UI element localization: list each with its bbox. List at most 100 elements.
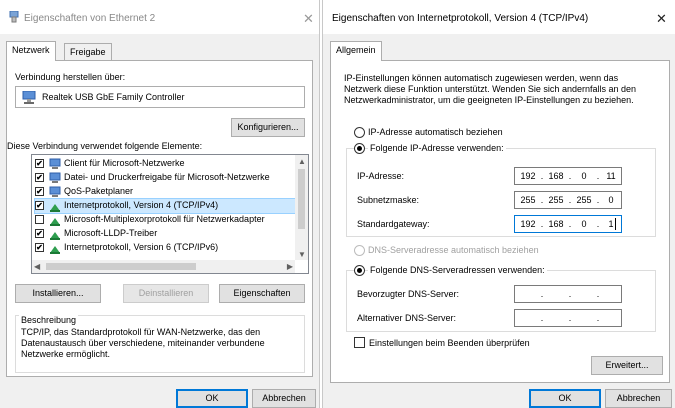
elements-label: Diese Verbindung verwendet folgende Elem…	[7, 141, 203, 151]
checkbox[interactable]: ✔	[35, 173, 44, 182]
ip-address-label: IP-Adresse:	[357, 171, 405, 181]
cancel-button[interactable]: Abbrechen	[605, 389, 672, 408]
octet: 168	[548, 171, 564, 181]
radio-manual-ip[interactable]	[354, 143, 365, 154]
list-item[interactable]: ✔ QoS-Paketplaner	[35, 185, 293, 199]
radio-manual-ip-label[interactable]: Folgende IP-Adresse verwenden:	[368, 143, 506, 153]
description-title: Beschreibung	[19, 315, 79, 325]
scroll-up-icon[interactable]: ▲	[298, 157, 306, 166]
checkbox[interactable]: ✔	[35, 243, 44, 252]
install-button[interactable]: Installieren...	[15, 284, 101, 303]
item-label: QoS-Paketplaner	[64, 186, 134, 196]
ip-address-field[interactable]: 192 . 168 . 0 . 11	[514, 167, 622, 185]
network-adapter-icon	[9, 11, 19, 23]
octet: 11	[606, 171, 616, 181]
network-service-icon	[49, 172, 61, 183]
octet: 1	[608, 219, 614, 229]
properties-button[interactable]: Eigenschaften	[219, 284, 305, 303]
scroll-right-icon[interactable]: ▶	[287, 262, 293, 271]
radio-auto-ip-label[interactable]: IP-Adresse automatisch beziehen	[368, 127, 503, 137]
description-group: Beschreibung TCP/IP, das Standardprotoko…	[15, 315, 305, 373]
horizontal-scrollbar[interactable]: ◀ ▶	[32, 260, 295, 273]
tab-freigabe[interactable]: Freigabe	[64, 43, 112, 60]
item-label: Microsoft-LLDP-Treiber	[64, 228, 158, 238]
scroll-down-icon[interactable]: ▼	[298, 250, 306, 259]
octet: 0	[608, 195, 614, 205]
validate-checkbox[interactable]	[354, 337, 365, 348]
adapter-box: Realtek USB GbE Family Controller	[15, 86, 305, 108]
dot: .	[596, 289, 600, 299]
checkbox[interactable]: ✔	[35, 159, 44, 168]
list-item[interactable]: Microsoft-Multiplexorprotokoll für Netzw…	[35, 213, 293, 227]
close-icon[interactable]: ✕	[303, 11, 314, 27]
radio-auto-ip[interactable]	[354, 127, 365, 138]
window-title: Eigenschaften von Internetprotokoll, Ver…	[332, 13, 589, 24]
octet: 168	[548, 219, 564, 229]
intro-line: Netzwerk diese Funktion unterstützt. Wen…	[344, 84, 636, 94]
elements-list[interactable]: ✔ Client für Microsoft-Netzwerke ✔ Datei…	[31, 154, 309, 274]
list-item[interactable]: ✔ Microsoft-LLDP-Treiber	[35, 227, 293, 241]
tab-allgemein[interactable]: Allgemein	[330, 41, 382, 61]
dot: .	[568, 313, 572, 323]
dns-preferred-field[interactable]: . . .	[514, 285, 622, 303]
scroll-left-icon[interactable]: ◀	[34, 262, 40, 271]
octet: 255	[548, 195, 564, 205]
protocol-icon	[50, 232, 60, 240]
list-item[interactable]: ✔ Client für Microsoft-Netzwerke	[35, 157, 293, 171]
octet: 192	[520, 219, 536, 229]
configure-button[interactable]: Konfigurieren...	[231, 118, 305, 137]
close-icon[interactable]: ✕	[656, 11, 667, 27]
checkbox[interactable]	[35, 215, 44, 224]
radio-auto-dns[interactable]	[354, 245, 365, 256]
checkbox[interactable]: ✔	[35, 229, 44, 238]
list-item-selected[interactable]: ✔ Internetprotokoll, Version 4 (TCP/IPv4…	[34, 198, 296, 214]
item-label: Datei- und Druckerfreigabe für Microsoft…	[64, 172, 270, 182]
checkbox[interactable]: ✔	[35, 187, 44, 196]
tab-panel: IP-Einstellungen können automatisch zuge…	[330, 60, 670, 383]
item-label: Client für Microsoft-Netzwerke	[64, 158, 185, 168]
ip-group: Folgende IP-Adresse verwenden: IP-Adress…	[346, 143, 656, 237]
network-client-icon	[49, 158, 61, 169]
item-label: Microsoft-Multiplexorprotokoll für Netzw…	[64, 214, 265, 224]
validate-label[interactable]: Einstellungen beim Beenden überprüfen	[369, 338, 530, 348]
checkbox[interactable]: ✔	[35, 201, 44, 210]
protocol-icon	[50, 204, 60, 212]
subnet-field[interactable]: 255 . 255 . 255 . 0	[514, 191, 622, 209]
window-title: Eigenschaften von Ethernet 2	[24, 13, 156, 24]
title-bar: Eigenschaften von Ethernet 2 ✕	[0, 0, 319, 34]
radio-manual-dns[interactable]	[354, 265, 365, 276]
description-line: Datenaustausch über verschiedene, mitein…	[21, 338, 265, 348]
dot: .	[540, 313, 544, 323]
uninstall-button[interactable]: Deinstallieren	[123, 284, 209, 303]
tab-netzwerk[interactable]: Netzwerk	[6, 41, 56, 61]
vertical-scrollbar[interactable]: ▲ ▼	[295, 155, 308, 260]
octet: 255	[520, 195, 536, 205]
connect-label: Verbindung herstellen über:	[15, 72, 126, 82]
dns-preferred-label: Bevorzugter DNS-Server:	[357, 289, 460, 299]
gateway-field[interactable]: 192 . 168 . 0 . 1	[514, 215, 622, 233]
gateway-label: Standardgateway:	[357, 219, 430, 229]
octet: 0	[581, 219, 587, 229]
protocol-icon	[50, 246, 60, 254]
list-item[interactable]: ✔ Internetprotokoll, Version 6 (TCP/IPv6…	[35, 241, 293, 255]
intro-line: Netzwerkadministrator, um die geeigneten…	[344, 95, 634, 105]
dns-alternative-label: Alternativer DNS-Server:	[357, 313, 457, 323]
description-line: TCP/IP, das Standardprotokoll für WAN-Ne…	[21, 327, 261, 337]
list-item[interactable]: ✔ Datei- und Druckerfreigabe für Microso…	[35, 171, 293, 185]
advanced-button[interactable]: Erweitert...	[591, 356, 663, 375]
ok-button[interactable]: OK	[529, 389, 601, 408]
network-adapter-icon	[22, 91, 36, 104]
octet: 192	[520, 171, 536, 181]
item-label: Internetprotokoll, Version 6 (TCP/IPv6)	[64, 242, 219, 252]
title-bar: Eigenschaften von Internetprotokoll, Ver…	[323, 0, 675, 34]
scroll-thumb[interactable]	[298, 169, 305, 229]
ok-button[interactable]: OK	[176, 389, 248, 408]
intro-line: IP-Einstellungen können automatisch zuge…	[344, 73, 619, 83]
dns-group: Folgende DNS-Serveradressen verwenden: B…	[346, 265, 656, 332]
dns-alternative-field[interactable]: . . .	[514, 309, 622, 327]
radio-auto-dns-label[interactable]: DNS-Serveradresse automatisch beziehen	[368, 245, 539, 255]
dot: .	[568, 289, 572, 299]
cancel-button[interactable]: Abbrechen	[252, 389, 316, 408]
scroll-thumb[interactable]	[46, 263, 196, 270]
radio-manual-dns-label[interactable]: Folgende DNS-Serveradressen verwenden:	[368, 265, 547, 275]
